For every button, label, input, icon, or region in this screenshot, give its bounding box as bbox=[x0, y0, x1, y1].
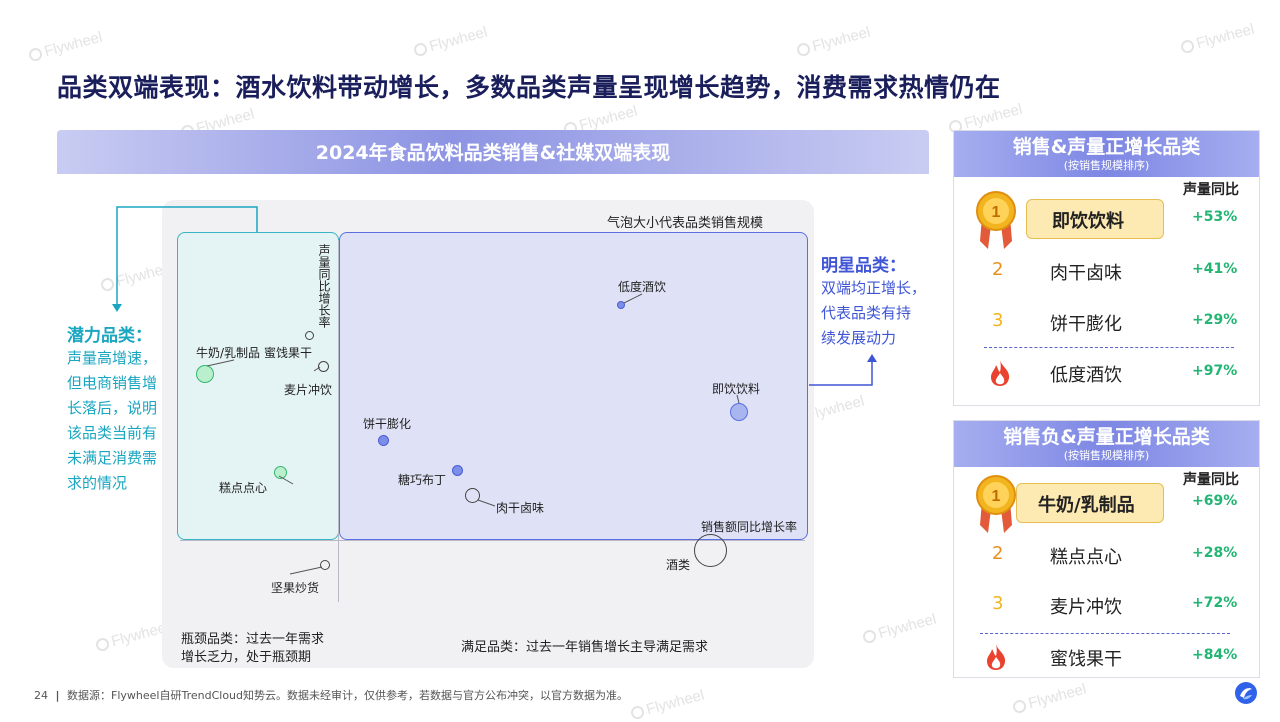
growth-value: +97% bbox=[1192, 363, 1238, 379]
positive-growth-panel: 销售&声量正增长品类 (按销售规模排序) 声量同比 1 即饮饮料 +53% 2 … bbox=[953, 130, 1260, 406]
page-number: 24 bbox=[34, 689, 48, 702]
category-name: 即饮饮料 bbox=[1052, 211, 1124, 232]
panel-header: 销售负&声量正增长品类 (按销售规模排序) bbox=[954, 421, 1259, 467]
satisfy-note: 满足品类：过去一年销售增长主导满足需求 bbox=[461, 640, 709, 655]
category-name: 糕点点心 bbox=[1050, 547, 1122, 568]
bottleneck-line: 瓶颈品类：过去一年需求 bbox=[181, 632, 325, 647]
ranking-row: 3 麦片冲饮 +72% bbox=[954, 585, 1261, 625]
growth-value: +53% bbox=[1192, 209, 1238, 225]
potential-line: 声量高增速， bbox=[67, 349, 158, 367]
growth-value: +84% bbox=[1192, 647, 1238, 663]
panel-subtitle: (按销售规模排序) bbox=[1063, 449, 1150, 462]
potential-line: 该品类当前有 bbox=[67, 424, 158, 442]
ranking-row: 1 牛奶/乳制品 +69% bbox=[954, 475, 1261, 533]
star-description: 双端均正增长， 代表品类有持 续发展动力 bbox=[821, 276, 926, 351]
star-line: 双端均正增长， bbox=[821, 279, 927, 297]
ranking-row: 蜜饯果干 +84% bbox=[954, 637, 1261, 677]
potential-line: 求的情况 bbox=[67, 474, 128, 492]
footer-separator: | bbox=[55, 689, 60, 702]
bottleneck-note: 瓶颈品类：过去一年需求 增长乏力，处于瓶颈期 bbox=[181, 631, 324, 667]
growth-value: +41% bbox=[1192, 261, 1238, 277]
flywheel-logo-icon bbox=[1235, 682, 1257, 704]
ranking-row: 2 糕点点心 +28% bbox=[954, 535, 1261, 575]
potential-description: 声量高增速， 但电商销售增 长落后，说明 该品类当前有 未满足消费需 求的情况 bbox=[67, 346, 157, 496]
ranking-row: 2 肉干卤味 +41% bbox=[954, 251, 1261, 291]
potential-line: 未满足消费需 bbox=[67, 449, 158, 467]
footer: 24 | 数据源：Flywheel自研TrendCloud知势云。数据未经审计，… bbox=[34, 687, 628, 703]
category-name: 牛奶/乳制品 bbox=[1038, 495, 1135, 516]
category-name: 饼干膨化 bbox=[1050, 314, 1122, 335]
panel-title: 销售&声量正增长品类 bbox=[1012, 136, 1201, 158]
panel-header: 销售&声量正增长品类 (按销售规模排序) bbox=[954, 131, 1259, 177]
panel-title: 销售负&声量正增长品类 bbox=[1003, 426, 1210, 448]
ranking-row: 3 饼干膨化 +29% bbox=[954, 302, 1261, 342]
fire-icon bbox=[987, 644, 1006, 670]
potential-line: 长落后，说明 bbox=[67, 399, 158, 417]
ranking-row: 1 即饮饮料 +53% bbox=[954, 191, 1261, 249]
rank-number: 3 bbox=[992, 593, 1004, 614]
growth-value: +69% bbox=[1192, 493, 1238, 509]
growth-value: +28% bbox=[1192, 545, 1238, 561]
svg-text:1: 1 bbox=[992, 488, 1001, 505]
rank-number: 3 bbox=[992, 310, 1004, 331]
panel-subtitle: (按销售规模排序) bbox=[1063, 159, 1150, 172]
svg-text:1: 1 bbox=[992, 204, 1001, 221]
category-name: 麦片冲饮 bbox=[1050, 597, 1122, 618]
gold-medal-icon: 1 bbox=[976, 191, 1016, 249]
growth-value: +29% bbox=[1192, 312, 1238, 328]
category-name: 肉干卤味 bbox=[1050, 263, 1122, 284]
category-name: 低度酒饮 bbox=[1050, 365, 1122, 386]
potential-line: 但电商销售增 bbox=[67, 374, 158, 392]
category-name: 蜜饯果干 bbox=[1050, 649, 1122, 670]
bottleneck-line: 增长乏力，处于瓶颈期 bbox=[181, 650, 312, 665]
ranking-row: 低度酒饮 +97% bbox=[954, 353, 1261, 393]
potential-title: 潜力品类： bbox=[67, 326, 152, 346]
divider bbox=[984, 347, 1234, 348]
star-line: 代表品类有持 bbox=[821, 304, 912, 322]
rank-number: 2 bbox=[992, 543, 1004, 564]
star-line: 续发展动力 bbox=[821, 329, 897, 347]
rank-number: 2 bbox=[992, 259, 1004, 280]
divider bbox=[980, 633, 1230, 634]
data-source: 数据源：Flywheel自研TrendCloud知势云。数据未经审计，仅供参考，… bbox=[67, 689, 629, 702]
fire-icon bbox=[991, 360, 1010, 386]
gold-medal-icon: 1 bbox=[976, 475, 1016, 533]
column-header: 声量同比 bbox=[1183, 182, 1239, 198]
star-title: 明星品类： bbox=[821, 256, 906, 276]
growth-value: +72% bbox=[1192, 595, 1238, 611]
negative-sales-panel: 销售负&声量正增长品类 (按销售规模排序) 声量同比 1 牛奶/乳制品 +69%… bbox=[953, 420, 1260, 678]
